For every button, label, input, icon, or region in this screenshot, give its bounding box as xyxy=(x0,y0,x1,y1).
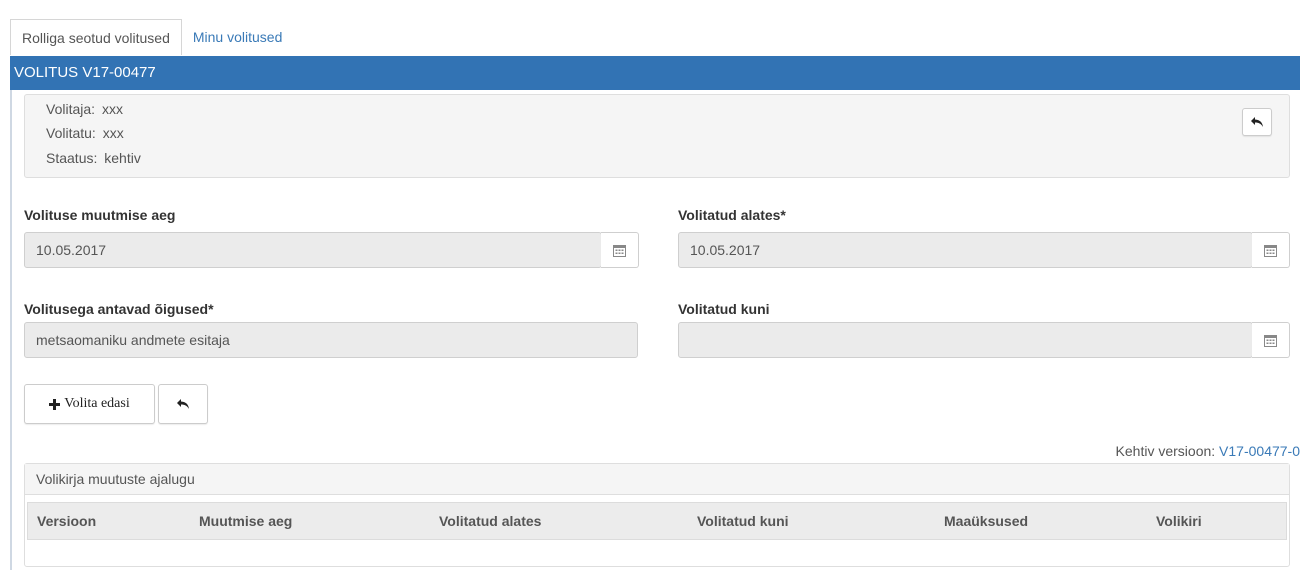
staatus-value: kehtiv xyxy=(104,150,141,166)
volita-edasi-button[interactable]: Volita edasi xyxy=(24,384,155,424)
panel-left-border xyxy=(10,90,12,570)
alates-label: Volitatud alates* xyxy=(678,207,786,223)
tab-bar: Rolliga seotud volitused Minu volitused xyxy=(10,19,293,55)
oigused-field[interactable]: metsaomaniku andmete esitaja xyxy=(24,322,638,358)
staatus-label: Staatus: xyxy=(46,150,98,166)
alates-calendar-button[interactable] xyxy=(1252,232,1290,268)
panel-title: VOLITUS V17-00477 xyxy=(10,56,1300,90)
version-label: Kehtiv versioon: xyxy=(1115,443,1216,459)
calendar-icon xyxy=(613,244,626,257)
tab-minu-volitused[interactable]: Minu volitused xyxy=(182,19,294,55)
column-volitatud-alates: Volitatud alates xyxy=(439,513,542,529)
calendar-icon xyxy=(1264,244,1277,257)
plus-icon xyxy=(49,398,61,410)
muutmise-aeg-field[interactable]: 10.05.2017 xyxy=(24,232,602,268)
kuni-label: Volitatud kuni xyxy=(678,301,770,317)
alates-field[interactable]: 10.05.2017 xyxy=(678,232,1253,268)
volita-edasi-label: Volita edasi xyxy=(64,396,130,411)
current-version: Kehtiv versioon: V17-00477-0 xyxy=(1116,443,1300,459)
history-table-header: Versioon Muutmise aeg Volitatud alates V… xyxy=(27,502,1287,540)
staatus-line: Staatus: kehtiv xyxy=(46,150,141,166)
column-volitatud-kuni: Volitatud kuni xyxy=(697,513,789,529)
volitatu-line: Volitatu: xxx xyxy=(46,125,124,141)
column-versioon: Versioon xyxy=(37,513,97,529)
oigused-label: Volitusega antavad õigused* xyxy=(24,301,214,317)
info-box: Volitaja: xxx Volitatu: xxx Staatus: keh… xyxy=(24,94,1290,178)
volitatu-label: Volitatu: xyxy=(46,125,96,141)
volitatu-value: xxx xyxy=(102,125,124,141)
column-volikiri: Volikiri xyxy=(1156,513,1202,529)
kuni-field[interactable] xyxy=(678,322,1253,358)
back-button[interactable] xyxy=(158,384,208,424)
muutmise-aeg-label: Volituse muutmise aeg xyxy=(24,207,176,223)
volitaja-value: xxx xyxy=(101,101,123,117)
volitaja-label: Volitaja: xyxy=(46,101,96,117)
reply-arrow-icon xyxy=(177,399,189,409)
version-link[interactable]: V17-00477-0 xyxy=(1219,443,1300,459)
back-button-info[interactable] xyxy=(1242,108,1272,136)
kuni-calendar-button[interactable] xyxy=(1252,322,1290,358)
history-panel: Volikirja muutuste ajalugu Versioon Muut… xyxy=(24,463,1290,567)
reply-arrow-icon xyxy=(1251,117,1263,127)
history-title: Volikirja muutuste ajalugu xyxy=(25,464,1289,495)
column-muutmise-aeg: Muutmise aeg xyxy=(199,513,293,529)
tab-rolliga-seotud-volitused[interactable]: Rolliga seotud volitused xyxy=(10,19,182,55)
muutmise-aeg-calendar-button[interactable] xyxy=(601,232,639,268)
volitaja-line: Volitaja: xxx xyxy=(46,101,123,117)
calendar-icon xyxy=(1264,334,1277,347)
column-maauksused: Maaüksused xyxy=(944,513,1029,529)
